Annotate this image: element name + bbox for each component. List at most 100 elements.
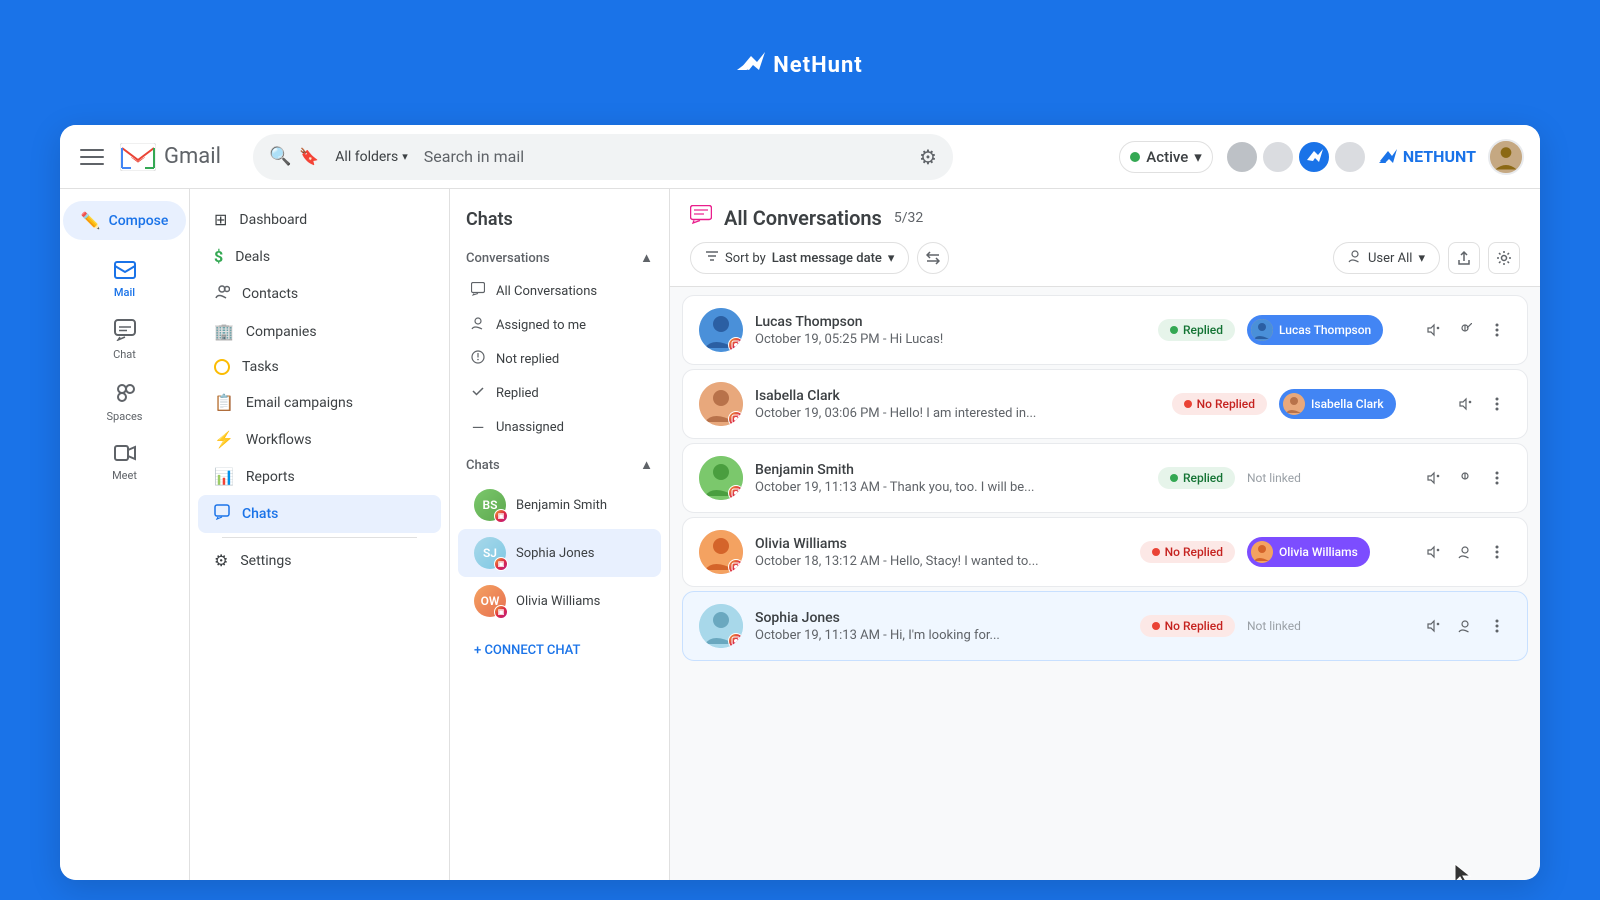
gmail-brand-text: Gmail bbox=[164, 144, 221, 169]
chat-person-benjamin[interactable]: BS ▣ Benjamin Smith bbox=[458, 481, 661, 529]
sidebar-item-chat[interactable]: Chat bbox=[60, 311, 189, 369]
isabella-platform-badge bbox=[728, 411, 743, 426]
filter-options-icon[interactable]: ⚙ bbox=[919, 145, 937, 169]
conv-item-olivia[interactable]: Olivia Williams October 18, 13:12 AM - H… bbox=[682, 517, 1528, 587]
user-all-button[interactable]: User All ▾ bbox=[1333, 242, 1440, 274]
sophia-date: October 19, 11:13 AM bbox=[755, 628, 880, 643]
conversations-section-header[interactable]: Conversations ▲ bbox=[458, 242, 661, 274]
lucas-status: Replied bbox=[1158, 319, 1235, 341]
top-bar: NetHunt bbox=[0, 0, 1600, 130]
search-bar: 🔍 🔖 All folders ▾ Search in mail ⚙ bbox=[253, 134, 953, 180]
benjamin-assign-button[interactable] bbox=[1451, 464, 1479, 492]
conversations-main: All Conversations 5/32 bbox=[670, 189, 1540, 880]
sophia-more-button[interactable] bbox=[1483, 612, 1511, 640]
sidebar-item-workflows[interactable]: ⚡ Workflows bbox=[198, 421, 441, 458]
nav-replied[interactable]: Replied bbox=[458, 376, 661, 410]
settings-conv-button[interactable] bbox=[1488, 242, 1520, 274]
benjamin-date: October 19, 11:13 AM bbox=[755, 480, 880, 495]
connect-chat-button[interactable]: + CONNECT CHAT bbox=[458, 633, 661, 668]
benjamin-mute-button[interactable] bbox=[1419, 464, 1447, 492]
olivia-user-button[interactable] bbox=[1451, 538, 1479, 566]
sophia-user-button[interactable] bbox=[1451, 612, 1479, 640]
user-all-chevron-icon: ▾ bbox=[1418, 251, 1425, 266]
sidebar-item-mail[interactable]: Mail bbox=[60, 252, 189, 307]
sidebar-item-chats[interactable]: Chats bbox=[198, 495, 441, 533]
lucas-mute-button[interactable] bbox=[1419, 316, 1447, 344]
sidebar-item-settings[interactable]: ⚙ Settings bbox=[198, 542, 441, 579]
gmail-brand: Gmail bbox=[120, 143, 221, 171]
olivia-more-button[interactable] bbox=[1483, 538, 1511, 566]
nethunt-header-label: NETHUNT bbox=[1403, 147, 1476, 166]
export-icon bbox=[1456, 250, 1472, 266]
nav-not-replied[interactable]: Not replied bbox=[458, 342, 661, 376]
sophia-mute-button[interactable] bbox=[1419, 612, 1447, 640]
sidebar-item-deals[interactable]: $ Deals bbox=[198, 238, 441, 275]
isabella-actions bbox=[1451, 390, 1511, 418]
chats-subsection-header[interactable]: Chats ▲ bbox=[450, 445, 669, 481]
sophia-actions bbox=[1419, 612, 1511, 640]
isabella-message: Hello! I am interested in... bbox=[890, 406, 1037, 421]
conversations-toolbar: Sort by Last message date ▾ bbox=[690, 242, 1520, 274]
compose-label: Compose bbox=[109, 213, 169, 229]
filter-order-button[interactable] bbox=[917, 242, 949, 274]
folder-chevron-icon: ▾ bbox=[402, 150, 408, 163]
right-controls: User All ▾ bbox=[1333, 242, 1520, 274]
olivia-info: Olivia Williams October 18, 13:12 AM - H… bbox=[755, 536, 1128, 569]
main-container: Gmail 🔍 🔖 All folders ▾ Search in mail ⚙… bbox=[60, 125, 1540, 880]
benjamin-more-button[interactable] bbox=[1483, 464, 1511, 492]
sort-button[interactable]: Sort by Last message date ▾ bbox=[690, 242, 909, 274]
sidebar-item-tasks[interactable]: Tasks bbox=[198, 350, 441, 384]
sidebar-item-reports[interactable]: 📊 Reports bbox=[198, 458, 441, 495]
conv-item-lucas[interactable]: Lucas Thompson October 19, 05:25 PM - Hi… bbox=[682, 295, 1528, 365]
conversations-collapse-icon: ▲ bbox=[640, 250, 653, 266]
tasks-icon bbox=[214, 359, 230, 375]
isabella-assignee-avatar bbox=[1283, 393, 1305, 415]
lucas-message: Hi Lucas! bbox=[890, 332, 944, 347]
sophia-status-dot bbox=[1152, 622, 1160, 630]
olivia-mute-button[interactable] bbox=[1419, 538, 1447, 566]
active-status-label: Active bbox=[1146, 148, 1188, 166]
more-icon bbox=[1495, 323, 1499, 337]
sidebar-divider bbox=[222, 537, 416, 538]
sidebar-item-meet[interactable]: Meet bbox=[60, 435, 189, 490]
lucas-assign-button[interactable] bbox=[1451, 316, 1479, 344]
chats-sidebar-icon bbox=[214, 504, 230, 524]
sophia-status-badge: No Replied bbox=[1140, 615, 1235, 637]
nav-all-conversations[interactable]: All Conversations bbox=[458, 274, 661, 308]
sidebar-item-email-campaigns[interactable]: 📋 Email campaigns bbox=[198, 384, 441, 421]
chat-person-sophia[interactable]: SJ ▣ Sophia Jones bbox=[458, 529, 661, 577]
folder-selector[interactable]: All folders ▾ bbox=[327, 145, 416, 169]
sidebar-item-spaces[interactable]: Spaces bbox=[60, 373, 189, 431]
conversations-section-label: Conversations bbox=[466, 251, 550, 266]
user-avatar-header[interactable] bbox=[1488, 139, 1524, 175]
export-button[interactable] bbox=[1448, 242, 1480, 274]
benjamin-actions bbox=[1419, 464, 1511, 492]
lucas-assignee: Lucas Thompson bbox=[1247, 315, 1407, 345]
nav-unassigned[interactable]: — Unassigned bbox=[458, 410, 661, 445]
olivia-conv-name: Olivia Williams bbox=[755, 536, 1128, 552]
chat-person-olivia[interactable]: OW ▣ Olivia Williams bbox=[458, 577, 661, 625]
lucas-more-button[interactable] bbox=[1483, 316, 1511, 344]
conv-item-sophia[interactable]: Sophia Jones October 19, 11:13 AM - Hi, … bbox=[682, 591, 1528, 661]
companies-label: Companies bbox=[246, 324, 317, 340]
conv-item-isabella[interactable]: Isabella Clark October 19, 03:06 PM - He… bbox=[682, 369, 1528, 439]
olivia-assignee-pill: Olivia Williams bbox=[1247, 537, 1370, 567]
sidebar-item-contacts[interactable]: Contacts bbox=[198, 275, 441, 313]
olivia-date: October 18, 13:12 AM bbox=[755, 554, 880, 569]
conv-item-benjamin[interactable]: Benjamin Smith October 19, 11:13 AM - Th… bbox=[682, 443, 1528, 513]
isabella-preview: October 19, 03:06 PM - Hello! I am inter… bbox=[755, 406, 1160, 421]
hamburger-menu-button[interactable] bbox=[76, 141, 108, 173]
isabella-mute-button[interactable] bbox=[1451, 390, 1479, 418]
sidebar-item-dashboard[interactable]: ⊞ Dashboard bbox=[198, 201, 441, 238]
sidebar-item-companies[interactable]: 🏢 Companies bbox=[198, 313, 441, 350]
isabella-more-button[interactable] bbox=[1483, 390, 1511, 418]
benjamin-conv-name: Benjamin Smith bbox=[755, 462, 1146, 478]
instagram-badge-benjamin: ▣ bbox=[494, 509, 508, 523]
active-status-button[interactable]: Active ▾ bbox=[1119, 141, 1213, 173]
conversations-section: Conversations ▲ All Conversations bbox=[450, 242, 669, 445]
search-input-placeholder[interactable]: Search in mail bbox=[424, 147, 911, 166]
compose-button[interactable]: ✏️ Compose bbox=[63, 201, 187, 240]
olivia-preview: October 18, 13:12 AM - Hello, Stacy! I w… bbox=[755, 554, 1128, 569]
conversations-header: All Conversations 5/32 bbox=[670, 189, 1540, 287]
nav-assigned-to-me[interactable]: Assigned to me bbox=[458, 308, 661, 342]
